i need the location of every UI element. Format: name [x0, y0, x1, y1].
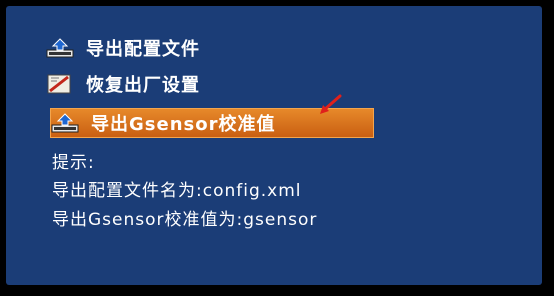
- reset-icon: [46, 74, 74, 94]
- export-icon: [46, 38, 74, 58]
- screen: 导出配置文件 恢复出厂设置 导出Gsensor校准值 提示: 导出配置文件名为:…: [0, 0, 554, 296]
- menu-item-export-config[interactable]: 导出配置文件: [46, 34, 200, 62]
- menu-item-label: 导出配置文件: [86, 39, 200, 60]
- settings-panel: 导出配置文件 恢复出厂设置 导出Gsensor校准值 提示: 导出配置文件名为:…: [6, 6, 542, 285]
- menu-item-factory-reset[interactable]: 恢复出厂设置: [46, 70, 200, 98]
- hint-gsensor-filename: 导出Gsensor校准值为:gsensor: [52, 210, 318, 230]
- annotation-arrow-icon: [318, 94, 344, 121]
- export-icon: [51, 113, 79, 133]
- hint-title: 提示:: [52, 153, 95, 173]
- menu-item-label: 恢复出厂设置: [86, 75, 200, 96]
- menu-item-label: 导出Gsensor校准值: [91, 114, 276, 135]
- hint-config-filename: 导出配置文件名为:config.xml: [52, 181, 302, 201]
